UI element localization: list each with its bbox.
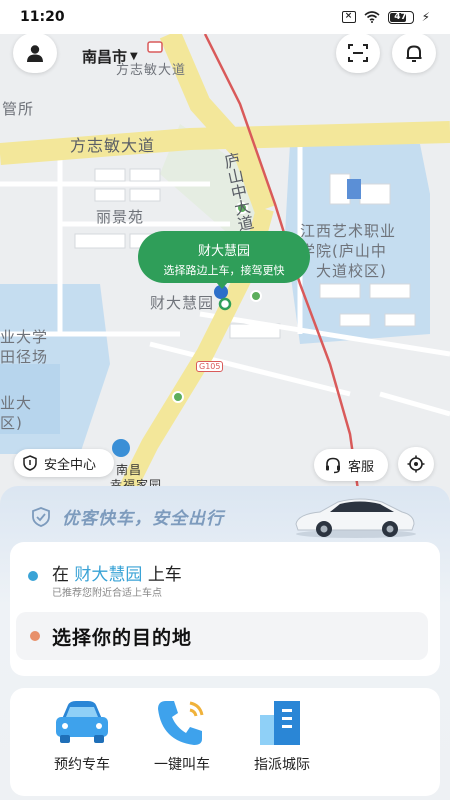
wifi-icon — [364, 11, 380, 23]
pickup-suffix: 上车 — [147, 565, 182, 585]
pickup-bubble[interactable]: 财大慧园 选择路边上车，接驾更快 — [138, 231, 310, 283]
services-bar: 预约专车 一键叫车 指派城际 — [10, 688, 440, 796]
shield-icon — [23, 455, 37, 471]
pickup-location[interactable]: 在 财大慧园 上车 — [52, 560, 182, 585]
customer-service-button[interactable]: 客服 — [314, 449, 388, 481]
slogan-text: 优客快车，安全出行 — [62, 509, 224, 529]
service-item-call[interactable]: 一键叫车 — [132, 688, 232, 796]
system-icons: × 47 ⚡ — [341, 10, 430, 24]
destination-dot — [30, 631, 40, 641]
pickup-place: 财大慧园 — [74, 565, 143, 585]
city-name: 南昌市 — [82, 48, 128, 66]
customer-service-label: 客服 — [348, 459, 375, 475]
pickup-bubble-tail — [216, 282, 228, 289]
map-label-left-1: 业大学 — [0, 328, 49, 346]
service-label-call: 一键叫车 — [154, 757, 210, 773]
service-item-reserve[interactable]: 预约专车 — [32, 688, 132, 796]
pickup-dot — [28, 571, 38, 581]
car-illustration-icon — [295, 498, 416, 538]
safety-center-button[interactable]: 安全中心 — [14, 449, 114, 477]
pickup-prefix: 在 — [52, 565, 69, 585]
locate-button[interactable] — [398, 447, 434, 481]
phone-icon — [158, 701, 204, 745]
service-label-reserve: 预约专车 — [54, 757, 110, 773]
road-badge: G105 — [196, 361, 224, 372]
scan-button[interactable] — [336, 33, 380, 73]
service-item-intercity[interactable]: 指派城际 — [232, 688, 332, 796]
destination-placeholder: 选择你的目的地 — [52, 626, 193, 649]
battery-level: 47 — [394, 11, 407, 22]
notification-button[interactable] — [392, 33, 436, 73]
profile-button[interactable] — [13, 33, 57, 73]
map-label-district-3: 财大慧园 — [150, 294, 215, 312]
map-label-road-mid: 方志敏大道 — [70, 136, 156, 155]
building-icon — [260, 701, 300, 745]
map-label-left-4: 区) — [0, 414, 23, 432]
map-label-left-3: 业大 — [0, 394, 33, 412]
shield-check-icon — [32, 506, 50, 527]
status-time: 11:20 — [20, 9, 65, 25]
pickup-bubble-subtitle: 选择路边上车，接驾更快 — [163, 264, 285, 277]
bell-icon — [406, 45, 422, 62]
slogan: 优客快车，安全出行 — [30, 504, 224, 529]
pickup-bubble-title: 财大慧园 — [197, 244, 250, 259]
pickup-hint: 已推荐您附近合适上车点 — [52, 588, 162, 599]
locate-icon — [407, 455, 425, 473]
car-icon — [56, 701, 108, 743]
map-label-district-1: 管所 — [2, 100, 35, 118]
status-bar: 11:20 × 47 ⚡ — [0, 0, 450, 34]
charging-icon: ⚡ — [421, 10, 430, 24]
service-label-intercity: 指派城际 — [254, 757, 310, 773]
scan-icon — [348, 44, 368, 62]
user-icon — [27, 45, 43, 62]
map-label-left-2: 田径场 — [0, 348, 49, 366]
map-label-school-3: 大道校区) — [316, 262, 387, 280]
sim-icon: × — [341, 11, 356, 23]
headset-icon — [326, 457, 340, 474]
safety-center-label: 安全中心 — [44, 457, 97, 473]
caret-down-icon: ▼ — [130, 51, 138, 62]
map-label-school-2: 学院(庐山中 — [300, 242, 387, 260]
city-selector[interactable]: 南昌市 ▼ — [82, 46, 138, 67]
battery-icon: 47 — [387, 10, 414, 24]
destination-input[interactable]: 选择你的目的地 — [16, 612, 428, 660]
map-label-school-1: 江西艺术职业 — [300, 222, 397, 240]
map-label-district-2: 丽景苑 — [96, 208, 145, 226]
